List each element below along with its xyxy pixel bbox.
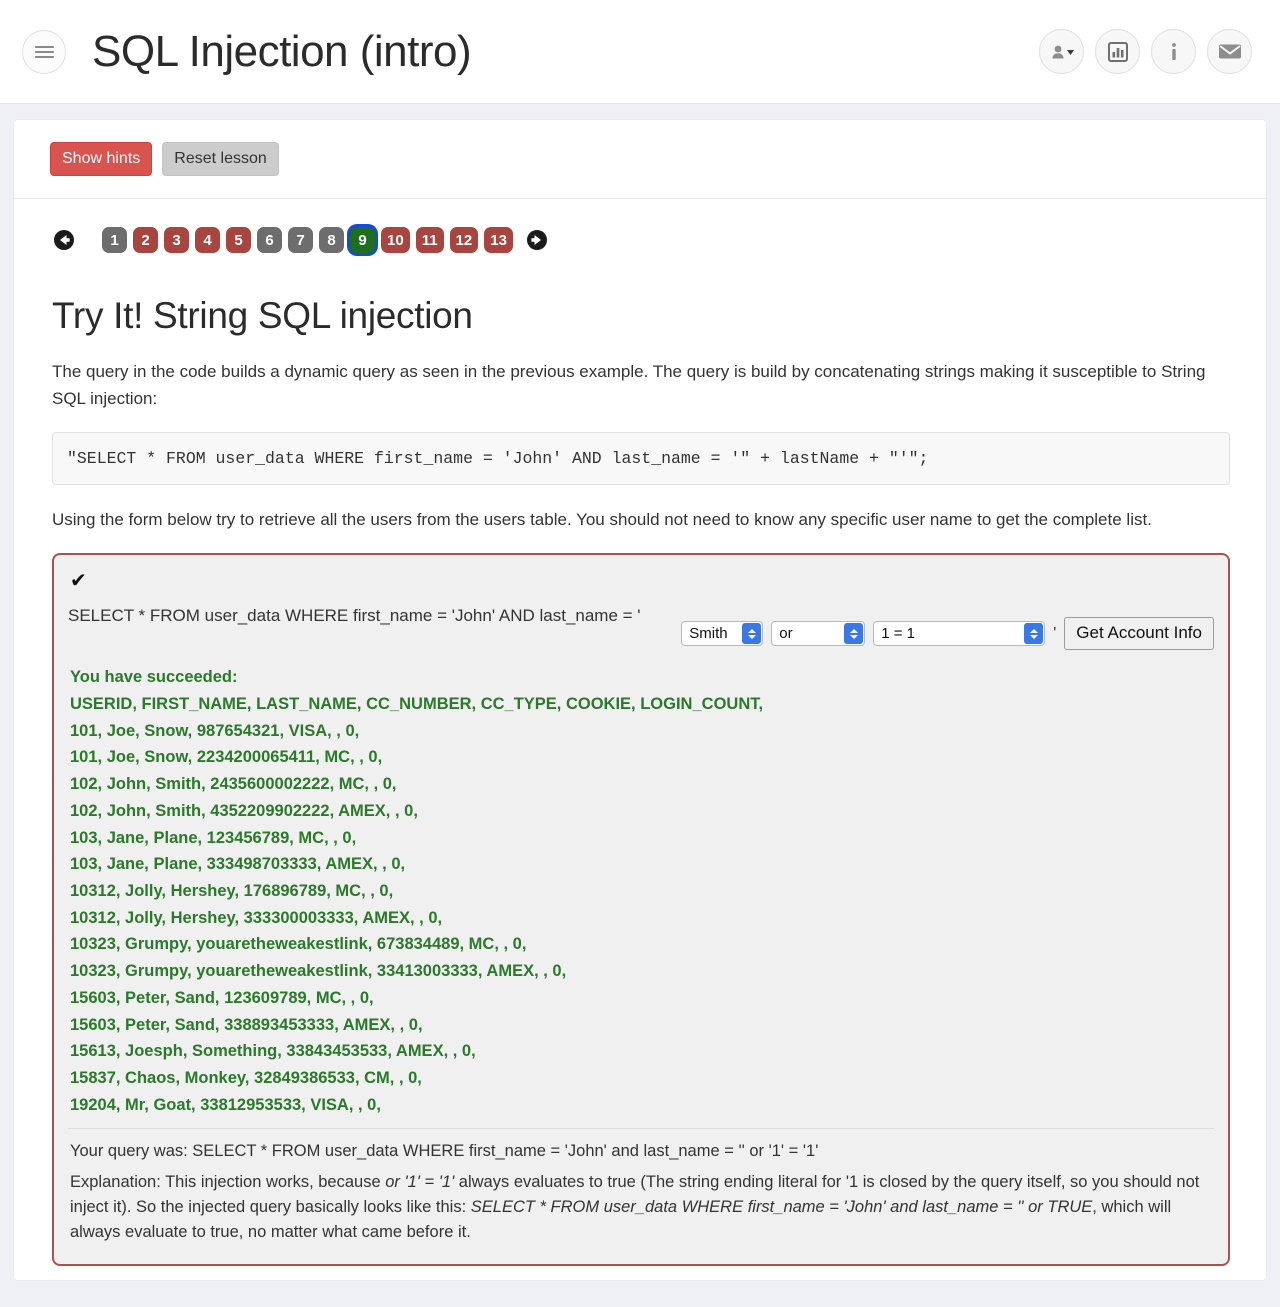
result-row: 19204, Mr, Goat, 33812953533, VISA, , 0, [70, 1095, 381, 1114]
lesson-heading: Try It! String SQL injection [52, 295, 473, 337]
lesson-pill-7[interactable]: 7 [288, 227, 313, 254]
result-output: You have succeeded: USERID, FIRST_NAME, … [68, 650, 1214, 1128]
explanation-emphasis-1: or '1' = '1' [385, 1172, 455, 1191]
result-row: 103, Jane, Plane, 333498703333, AMEX, , … [70, 855, 406, 874]
lesson-pill-list: 1 2 3 4 5 6 7 8 9 10 11 12 13 [102, 227, 513, 254]
result-row: 15603, Peter, Sand, 123609789, MC, , 0, [70, 988, 374, 1007]
code-sample: "SELECT * FROM user_data WHERE first_nam… [52, 431, 1230, 485]
header-actions [1039, 29, 1252, 74]
lesson-pill-13[interactable]: 13 [484, 227, 513, 254]
arrow-left-icon [54, 230, 74, 251]
result-row: 15613, Joesph, Something, 33843453533, A… [70, 1042, 476, 1061]
scoreboard-button[interactable] [1095, 29, 1140, 74]
lesson-pill-2[interactable]: 2 [133, 227, 158, 254]
result-row: 10323, Grumpy, youaretheweakestlink, 673… [70, 935, 527, 954]
result-row: 10323, Grumpy, youaretheweakestlink, 334… [70, 962, 567, 981]
query-prefix-text: SELECT * FROM user_data WHERE first_name… [68, 606, 641, 626]
operator-select[interactable]: orand [771, 621, 866, 647]
user-icon [1051, 45, 1074, 58]
previous-lesson-button[interactable] [52, 228, 76, 252]
show-hints-button[interactable]: Show hints [50, 142, 153, 177]
user-menu-button[interactable] [1039, 29, 1084, 74]
explanation-emphasis-2: SELECT * FROM user_data WHERE first_name… [470, 1197, 1093, 1216]
result-row: 102, John, Smith, 2435600002222, MC, , 0… [70, 775, 397, 794]
condition-select[interactable]: 1 = 11 = 2'1' = '1'TRUE [873, 621, 1046, 647]
result-row: 15603, Peter, Sand, 338893453333, AMEX, … [70, 1015, 423, 1034]
lesson-pill-1[interactable]: 1 [102, 227, 127, 254]
lesson-card: Show hints Reset lesson 1 2 3 4 5 6 7 8 9 10 11 12 1… [14, 120, 1266, 1280]
next-lesson-button[interactable] [525, 228, 549, 252]
result-row: 10312, Jolly, Hershey, 176896789, MC, , … [70, 881, 394, 900]
page-title: SQL Injection (intro) [92, 26, 472, 76]
success-message: You have succeeded: [70, 668, 238, 687]
last-name-select-wrapper: SmithSnowPlaneHersheySandSomethingMonkey… [681, 621, 764, 647]
result-rows: 101, Joe, Snow, 987654321, VISA, , 0, 101… [70, 718, 1212, 1119]
your-query-value: SELECT * FROM user_data WHERE first_name… [192, 1142, 819, 1161]
result-row: 10312, Jolly, Hershey, 333300003333, AME… [70, 908, 443, 927]
lesson-toolbar: Show hints Reset lesson [14, 120, 1266, 200]
checkmark-icon: ✔ [70, 570, 87, 593]
envelope-icon [1218, 44, 1241, 59]
get-account-info-button[interactable]: Get Account Info [1064, 617, 1214, 651]
operator-select-wrapper: orand [771, 621, 866, 647]
arrow-right-icon [526, 230, 547, 251]
lesson-content: Try It! String SQL injection The query i… [14, 295, 1266, 1266]
about-button[interactable] [1151, 29, 1196, 74]
lesson-pill-6[interactable]: 6 [257, 227, 282, 254]
lesson-pill-11[interactable]: 11 [415, 227, 444, 254]
lesson-task-paragraph: Using the form below try to retrieve all… [52, 509, 1152, 529]
hamburger-menu-button[interactable] [22, 29, 66, 74]
result-row: 103, Jane, Plane, 123456789, MC, , 0, [70, 828, 357, 847]
explanation-part1: Explanation: This injection works, becau… [70, 1172, 386, 1191]
hamburger-icon [34, 43, 54, 61]
reset-lesson-button[interactable]: Reset lesson [162, 142, 279, 177]
lesson-pill-3[interactable]: 3 [164, 227, 189, 254]
condition-select-wrapper: 1 = 11 = 2'1' = '1'TRUE [873, 621, 1046, 647]
result-row: 15837, Chaos, Monkey, 32849386533, CM, ,… [70, 1069, 422, 1087]
lesson-pill-10[interactable]: 10 [381, 227, 410, 254]
attack-form-controls: SmithSnowPlaneHersheySandSomethingMonkey… [681, 603, 1214, 651]
closing-quote-literal: ' [1053, 624, 1057, 642]
your-query-label: Your query was: [70, 1142, 193, 1161]
bar-chart-icon [1107, 41, 1128, 62]
result-explanation: Your query was: SELECT * FROM user_data … [68, 1128, 1214, 1263]
attack-result-panel: ✔ SELECT * FROM user_data WHERE first_na… [52, 553, 1230, 1266]
result-row: 101, Joe, Snow, 2234200065411, MC, , 0, [70, 748, 383, 767]
lesson-intro-paragraph: The query in the code builds a dynamic q… [52, 362, 1206, 408]
app-header: SQL Injection (intro) [0, 0, 1280, 104]
info-icon [1171, 42, 1176, 60]
lesson-pill-8[interactable]: 8 [319, 227, 344, 254]
attack-form: SELECT * FROM user_data WHERE first_name… [68, 603, 1214, 651]
lesson-pill-12[interactable]: 12 [449, 227, 479, 254]
lesson-pager: 1 2 3 4 5 6 7 8 9 10 11 12 13 [14, 199, 1266, 254]
lesson-pill-9[interactable]: 9 [350, 227, 375, 254]
result-row: 102, John, Smith, 4352209902222, AMEX, ,… [70, 801, 418, 820]
lesson-pill-5[interactable]: 5 [226, 227, 251, 254]
result-columns-header: USERID, FIRST_NAME, LAST_NAME, CC_NUMBER… [70, 694, 764, 713]
explanation-line: Explanation: This injection works, becau… [70, 1170, 1212, 1245]
your-query-line: Your query was: SELECT * FROM user_data … [70, 1139, 1212, 1164]
result-row: 101, Joe, Snow, 987654321, VISA, , 0, [70, 721, 360, 740]
last-name-select[interactable]: SmithSnowPlaneHersheySandSomethingMonkey… [681, 621, 764, 647]
lesson-pill-4[interactable]: 4 [195, 227, 220, 254]
contact-button[interactable] [1207, 29, 1252, 74]
